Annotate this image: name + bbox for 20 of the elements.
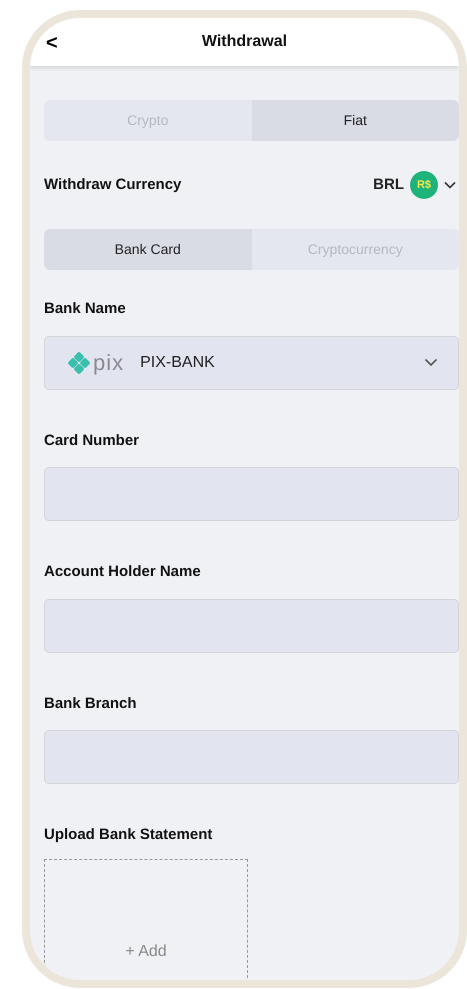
field-label: Card Number xyxy=(44,430,140,450)
field-label: Account Holder Name xyxy=(44,562,202,582)
chevron-down-icon xyxy=(424,358,438,367)
currency-coin-icon: R$ xyxy=(410,171,438,199)
tab[interactable]: Bank Card xyxy=(44,229,252,270)
back-button[interactable]: < xyxy=(46,28,58,58)
chevron-down-icon xyxy=(444,181,456,189)
page-title: Withdrawal xyxy=(202,32,288,52)
input-field[interactable] xyxy=(44,598,459,652)
field-label: Bank Branch xyxy=(44,694,138,714)
bank-select[interactable]: pix PIX-BANK xyxy=(44,336,459,390)
pix-logo: pix xyxy=(67,352,124,374)
field-label: Upload Bank Statement xyxy=(44,825,214,845)
input-field[interactable] xyxy=(44,467,459,521)
bank-name: PIX-BANK xyxy=(140,352,216,372)
tab[interactable]: Fiat xyxy=(252,100,459,141)
input-field[interactable] xyxy=(44,730,459,784)
field-label: Withdraw Currency xyxy=(44,174,182,195)
currency-selector[interactable]: BRL R$ xyxy=(373,171,456,199)
field-label: Bank Name xyxy=(44,299,127,319)
